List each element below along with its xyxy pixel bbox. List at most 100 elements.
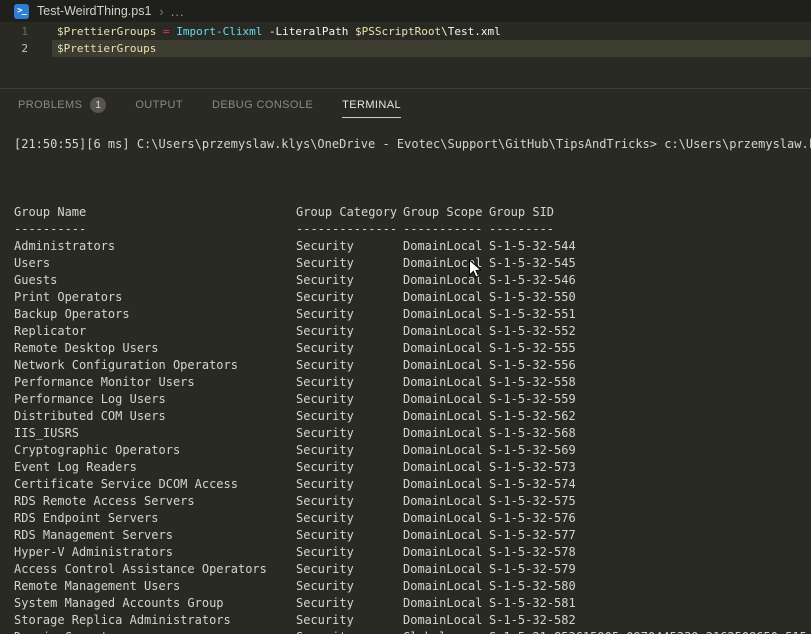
table-row: Network Configuration OperatorsSecurityD…: [14, 357, 811, 374]
table-cell: Hyper-V Administrators: [14, 544, 296, 561]
table-cell: RDS Management Servers: [14, 527, 296, 544]
table-cell: ---------: [489, 221, 811, 238]
table-row: RDS Management ServersSecurityDomainLoca…: [14, 527, 811, 544]
table-cell: Storage Replica Administrators: [14, 612, 296, 629]
table-cell: S-1-5-32-576: [489, 510, 811, 527]
table-row: RDS Remote Access ServersSecurityDomainL…: [14, 493, 811, 510]
table-row: Hyper-V AdministratorsSecurityDomainLoca…: [14, 544, 811, 561]
table-cell: S-1-5-32-545: [489, 255, 811, 272]
table-cell: DomainLocal: [403, 612, 489, 629]
table-cell: S-1-5-32-574: [489, 476, 811, 493]
code-line[interactable]: 2$PrettierGroups: [0, 40, 811, 57]
terminal-prompt-line: [21:50:55][6 ms] C:\Users\przemyslaw.kly…: [14, 136, 811, 153]
panel-tab-output[interactable]: OUTPUT: [135, 89, 183, 121]
table-cell: S-1-5-32-558: [489, 374, 811, 391]
table-cell: Security: [296, 255, 403, 272]
table-cell: S-1-5-32-568: [489, 425, 811, 442]
table-cell: S-1-5-32-580: [489, 578, 811, 595]
table-cell: Security: [296, 238, 403, 255]
terminal-output[interactable]: [21:50:55][6 ms] C:\Users\przemyslaw.kly…: [0, 121, 811, 634]
powershell-icon: >_: [14, 4, 29, 19]
table-cell: Security: [296, 340, 403, 357]
table-header-row: Group NameGroup CategoryGroup ScopeGroup…: [14, 204, 811, 221]
table-cell: Security: [296, 374, 403, 391]
table-cell: S-1-5-32-562: [489, 408, 811, 425]
table-cell: Security: [296, 544, 403, 561]
table-cell: Administrators: [14, 238, 296, 255]
table-cell: Security: [296, 306, 403, 323]
code-text: $PrettierGroups: [57, 40, 156, 57]
table-cell: Security: [296, 578, 403, 595]
table-cell: S-1-5-32-581: [489, 595, 811, 612]
table-cell: S-1-5-32-582: [489, 612, 811, 629]
table-cell: Security: [296, 527, 403, 544]
table-cell: DomainLocal: [403, 357, 489, 374]
table-cell: System Managed Accounts Group: [14, 595, 296, 612]
table-cell: Security: [296, 476, 403, 493]
table-cell: Global: [403, 629, 489, 634]
panel-tab-problems[interactable]: PROBLEMS1: [18, 89, 106, 121]
table-row: Event Log ReadersSecurityDomainLocalS-1-…: [14, 459, 811, 476]
table-cell: S-1-5-32-579: [489, 561, 811, 578]
table-cell: S-1-5-32-550: [489, 289, 811, 306]
table-cell: DomainLocal: [403, 306, 489, 323]
table-cell: Certificate Service DCOM Access: [14, 476, 296, 493]
table-cell: DomainLocal: [403, 510, 489, 527]
table-cell: S-1-5-32-559: [489, 391, 811, 408]
table-cell: DomainLocal: [403, 561, 489, 578]
table-row: IIS_IUSRSSecurityDomainLocalS-1-5-32-568: [14, 425, 811, 442]
code-line[interactable]: 1$PrettierGroups = Import-Clixml -Litera…: [0, 23, 811, 40]
table-cell: Group Name: [14, 204, 296, 221]
table-row: AdministratorsSecurityDomainLocalS-1-5-3…: [14, 238, 811, 255]
table-row: Print OperatorsSecurityDomainLocalS-1-5-…: [14, 289, 811, 306]
mouse-cursor: [468, 259, 482, 280]
code-editor[interactable]: 1$PrettierGroups = Import-Clixml -Litera…: [0, 22, 811, 88]
table-row: Cryptographic OperatorsSecurityDomainLoc…: [14, 442, 811, 459]
table-cell: Distributed COM Users: [14, 408, 296, 425]
terminal-blank-line: [14, 170, 811, 187]
table-cell: Performance Monitor Users: [14, 374, 296, 391]
table-row: Distributed COM UsersSecurityDomainLocal…: [14, 408, 811, 425]
table-row: Domain ComputersSecurityGlobalS-1-5-21-8…: [14, 629, 811, 634]
table-cell: DomainLocal: [403, 391, 489, 408]
table-cell: Security: [296, 442, 403, 459]
table-cell: Remote Management Users: [14, 578, 296, 595]
panel-tab-terminal[interactable]: TERMINAL: [342, 89, 401, 121]
table-cell: Group Scope: [403, 204, 489, 221]
table-cell: --------------: [296, 221, 403, 238]
table-cell: DomainLocal: [403, 323, 489, 340]
terminal-blank-line: [14, 153, 811, 170]
breadcrumb-ellipsis[interactable]: ...: [171, 4, 185, 19]
line-number: 1: [0, 23, 40, 40]
table-cell: ----------: [14, 221, 296, 238]
table-cell: S-1-5-32-577: [489, 527, 811, 544]
table-cell: S-1-5-21-853615905-0970445330-2162508650…: [489, 629, 811, 634]
table-row: Storage Replica AdministratorsSecurityDo…: [14, 612, 811, 629]
table-cell: S-1-5-32-552: [489, 323, 811, 340]
table-cell: Group Category: [296, 204, 403, 221]
table-cell: Print Operators: [14, 289, 296, 306]
table-cell: DomainLocal: [403, 425, 489, 442]
table-cell: RDS Remote Access Servers: [14, 493, 296, 510]
table-cell: DomainLocal: [403, 442, 489, 459]
table-cell: DomainLocal: [403, 578, 489, 595]
table-row: GuestsSecurityDomainLocalS-1-5-32-546: [14, 272, 811, 289]
table-cell: Performance Log Users: [14, 391, 296, 408]
table-cell: Security: [296, 425, 403, 442]
panel-tab-debug-console[interactable]: DEBUG CONSOLE: [212, 89, 313, 121]
table-cell: Domain Computers: [14, 629, 296, 634]
table-cell: S-1-5-32-544: [489, 238, 811, 255]
table-cell: S-1-5-32-569: [489, 442, 811, 459]
table-cell: Security: [296, 357, 403, 374]
problems-count-badge: 1: [90, 97, 106, 113]
file-name[interactable]: Test-WeirdThing.ps1: [37, 4, 151, 18]
table-cell: DomainLocal: [403, 374, 489, 391]
chevron-right-icon: ›: [159, 5, 163, 18]
table-cell: Replicator: [14, 323, 296, 340]
table-cell: DomainLocal: [403, 238, 489, 255]
editor-header: >_ Test-WeirdThing.ps1 › ...: [0, 0, 811, 22]
table-cell: Security: [296, 272, 403, 289]
table-cell: Security: [296, 561, 403, 578]
table-row: UsersSecurityDomainLocalS-1-5-32-545: [14, 255, 811, 272]
table-cell: DomainLocal: [403, 476, 489, 493]
